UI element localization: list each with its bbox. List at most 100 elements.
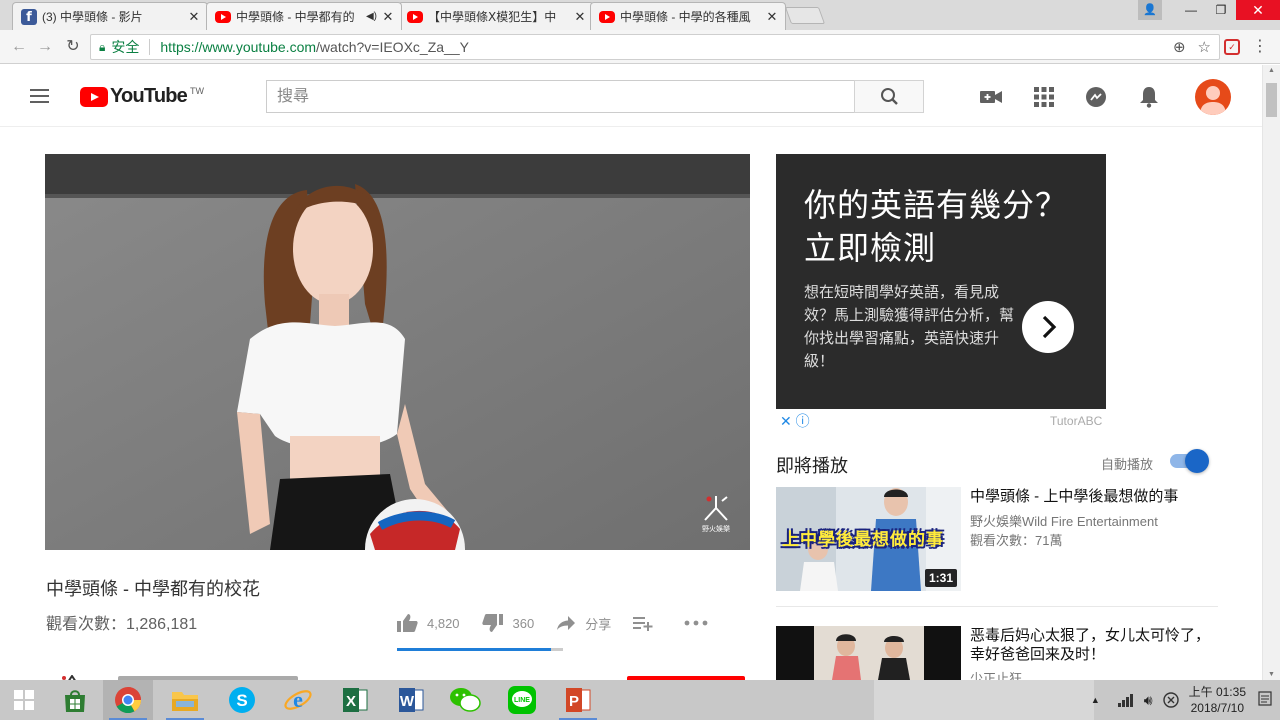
page-scrollbar[interactable]: ▲ ▼: [1262, 65, 1280, 680]
youtube-icon: [599, 10, 615, 23]
notifications-bell-icon[interactable]: [1137, 86, 1161, 108]
share-button[interactable]: 分享: [556, 614, 611, 633]
start-button[interactable]: [0, 680, 48, 720]
tray-overflow-chevron-icon[interactable]: ▲: [1091, 695, 1100, 705]
thumbnail-image: [776, 626, 961, 680]
video-frame: [45, 154, 750, 550]
avatar[interactable]: [1195, 79, 1231, 115]
toggle-knob: [1185, 449, 1209, 473]
recommended-title[interactable]: 恶毒后妈心太狠了，女儿太可怜了，幸好爸爸回来及时！: [970, 626, 1220, 664]
speaker-icon[interactable]: ◀): [366, 11, 377, 22]
tab-title: 中學頭條 - 中學的各種風: [620, 10, 751, 24]
upload-video-icon[interactable]: [979, 86, 1003, 108]
excel-taskbar-icon[interactable]: X: [330, 680, 380, 720]
dislike-button[interactable]: 360: [481, 613, 534, 633]
menu-icon[interactable]: [30, 89, 49, 107]
bookmark-star-icon[interactable]: ☆: [1198, 38, 1211, 56]
messages-icon[interactable]: [1084, 86, 1108, 108]
address-bar[interactable]: 🔒︎ 安全 https://www.youtube.com/watch?v=IE…: [90, 34, 1220, 60]
browser-tab-active[interactable]: 中學頭條 - 中學都有的 ◀) ✕: [206, 2, 402, 30]
maximize-button[interactable]: ❐: [1206, 0, 1236, 20]
browser-tab[interactable]: f (3) 中學頭條 - 影片 ✕: [12, 2, 208, 30]
ad-sponsor[interactable]: TutorABC: [1050, 414, 1102, 428]
svg-text:X: X: [346, 693, 356, 710]
recommended-channel[interactable]: 野火娛樂Wild Fire Entertainment: [970, 511, 1158, 530]
ad-choices[interactable]: ✕ ⓘ: [780, 411, 810, 431]
back-arrow-icon[interactable]: ←: [8, 36, 30, 58]
more-actions-button[interactable]: [684, 620, 717, 626]
tab-title: 中學頭條 - 中學都有的: [236, 10, 355, 24]
profile-icon[interactable]: 👤: [1138, 0, 1162, 20]
line-taskbar-icon[interactable]: LINE: [497, 680, 547, 720]
powerpoint-taskbar-icon[interactable]: P: [553, 680, 603, 720]
recommended-views: 觀看次數：71萬: [970, 533, 1063, 548]
taskbar-empty-area: [874, 680, 1094, 720]
recommended-video[interactable]: 上中學後最想做的事 1:31 中學頭條 - 上中學後最想做的事 野火娛樂Wild…: [776, 487, 1221, 591]
tab-close-icon[interactable]: ✕: [573, 9, 587, 25]
close-circle-icon[interactable]: [1162, 692, 1179, 708]
svg-text:S: S: [236, 691, 247, 710]
minimize-button[interactable]: —: [1176, 0, 1206, 20]
scroll-down-arrow-icon[interactable]: ▼: [1268, 671, 1275, 678]
chrome-taskbar-icon[interactable]: [103, 680, 153, 720]
recommended-video[interactable]: 恶毒后妈心太狠了，女儿太可怜了，幸好爸爸回来及时！ 少正止狂: [776, 626, 1221, 680]
video-thumbnail[interactable]: [776, 626, 961, 680]
system-clock[interactable]: 上午 01:35 2018/7/10: [1189, 684, 1246, 716]
reload-icon[interactable]: ↻: [62, 36, 84, 58]
extension-icon[interactable]: ✓: [1224, 39, 1240, 55]
search-button[interactable]: [854, 80, 924, 113]
notification-center-icon[interactable]: [1258, 691, 1272, 709]
folder-icon: [172, 692, 198, 711]
scrollbar-thumb[interactable]: [1266, 83, 1277, 117]
add-to-playlist-button[interactable]: [633, 615, 662, 631]
like-ratio-fill: [397, 648, 552, 651]
wechat-taskbar-icon[interactable]: [440, 680, 490, 720]
ad-cta-button[interactable]: [1022, 301, 1074, 353]
tab-close-icon[interactable]: ✕: [765, 9, 779, 25]
windows-taskbar: S e X W LINE P ▲ 🔊︎ 上午 01:35 2018/7/10: [0, 680, 1280, 720]
recommended-channel[interactable]: 少正止狂: [970, 668, 1022, 680]
tab-close-icon[interactable]: ✕: [187, 9, 201, 25]
scroll-up-arrow-icon[interactable]: ▲: [1268, 67, 1275, 74]
youtube-header: YouTube TW 搜尋: [0, 65, 1262, 127]
display-ad[interactable]: 你的英語有幾分？ 立即檢測 想在短時間學好英語，看見成效？馬上測驗獲得評估分析，…: [776, 154, 1106, 409]
network-icon[interactable]: [1117, 693, 1134, 707]
like-button[interactable]: 4,820: [396, 613, 460, 633]
tab-close-icon[interactable]: ✕: [381, 9, 395, 25]
store-taskbar-icon[interactable]: [50, 680, 100, 720]
word-taskbar-icon[interactable]: W: [386, 680, 436, 720]
powerpoint-icon: P: [566, 688, 591, 712]
new-tab-button[interactable]: [784, 7, 826, 24]
explorer-taskbar-icon[interactable]: [160, 680, 210, 720]
browser-tab[interactable]: 中學頭條 - 中學的各種風 ✕: [590, 2, 786, 30]
forward-arrow-icon[interactable]: →: [34, 36, 56, 58]
system-tray: ▲ 🔊︎ 上午 01:35 2018/7/10: [1091, 680, 1280, 720]
chevron-right-icon: [1042, 315, 1057, 339]
ad-info-icon[interactable]: ⓘ: [796, 413, 810, 429]
url-text[interactable]: https://www.youtube.com/watch?v=IEOXc_Za…: [160, 39, 469, 55]
chrome-menu-icon[interactable]: ⋮: [1252, 36, 1268, 56]
autoplay-toggle[interactable]: [1170, 449, 1209, 473]
close-ad-icon[interactable]: ✕: [780, 413, 792, 429]
youtube-logo[interactable]: YouTube TW: [80, 85, 204, 108]
apps-grid-icon[interactable]: [1032, 86, 1056, 108]
word-icon: W: [399, 688, 424, 712]
skype-taskbar-icon[interactable]: S: [217, 680, 267, 720]
recommended-title[interactable]: 中學頭條 - 上中學後最想做的事: [970, 487, 1220, 506]
youtube-icon: [215, 10, 231, 23]
search-icon: [881, 88, 898, 105]
video-player[interactable]: 野火娛樂: [45, 154, 750, 550]
view-count: 觀看次數：1,286,181: [46, 616, 198, 633]
channel-watermark[interactable]: 野火娛樂: [696, 494, 736, 534]
video-duration: 1:31: [924, 569, 957, 587]
zoom-icon[interactable]: ⊕: [1173, 38, 1186, 56]
ie-taskbar-icon[interactable]: e: [273, 680, 323, 720]
video-thumbnail[interactable]: 上中學後最想做的事 1:31: [776, 487, 961, 591]
secure-label: 安全: [111, 39, 140, 55]
browser-tab[interactable]: 【中學頭條Ⅹ模犯生】中 ✕: [398, 2, 594, 30]
search-input[interactable]: 搜尋: [266, 80, 855, 113]
more-dots-icon: [684, 620, 708, 626]
close-window-button[interactable]: ✕: [1236, 0, 1280, 20]
volume-icon[interactable]: 🔊︎: [1144, 692, 1153, 709]
chrome-icon: [115, 687, 142, 714]
